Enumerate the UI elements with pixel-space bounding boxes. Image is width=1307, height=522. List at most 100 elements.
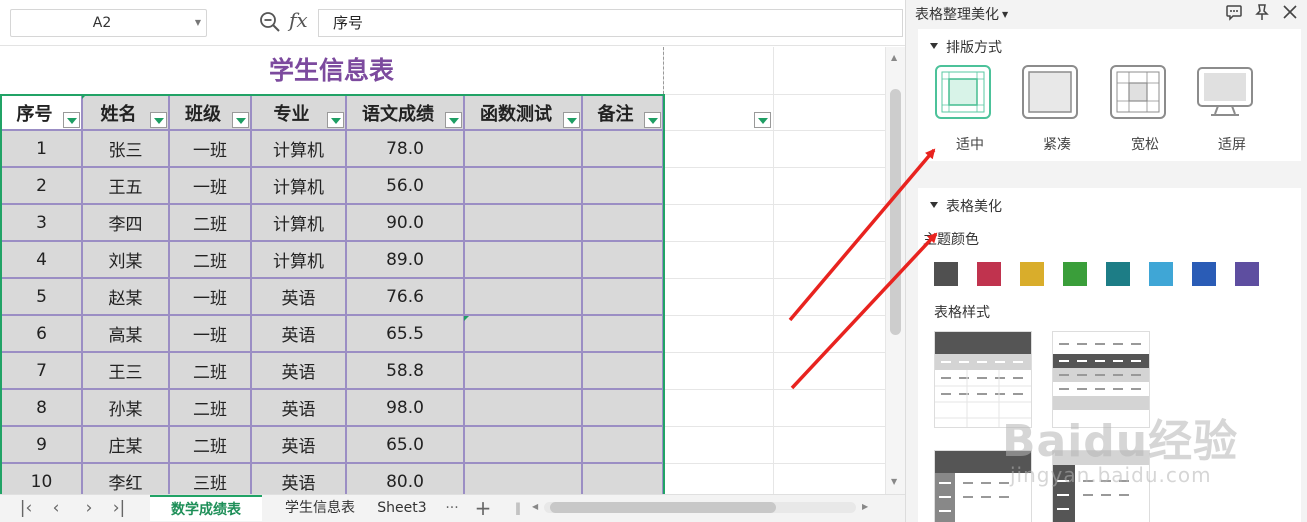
table-cell[interactable]: 一班: [169, 130, 251, 167]
table-cell[interactable]: [464, 204, 582, 241]
table-cell[interactable]: 二班: [169, 204, 251, 241]
layout-option-medium[interactable]: 适中: [934, 64, 1006, 154]
function-icon[interactable]: fx: [289, 8, 308, 32]
filter-dropdown-button[interactable]: [232, 112, 249, 128]
table-cell[interactable]: [582, 241, 663, 278]
scroll-down-icon[interactable]: ▼: [891, 477, 897, 486]
table-cell[interactable]: 张三: [82, 130, 169, 167]
column-header[interactable]: 姓名: [82, 95, 169, 130]
vertical-scrollbar[interactable]: ▲ ▼: [885, 47, 905, 494]
layout-option-loose[interactable]: 宽松: [1109, 64, 1181, 154]
theme-color-swatch[interactable]: [1020, 262, 1044, 286]
tab-数学成绩表[interactable]: 数学成绩表: [150, 495, 262, 521]
table-cell[interactable]: [464, 241, 582, 278]
table-cell[interactable]: 二班: [169, 241, 251, 278]
table-cell[interactable]: 78.0: [346, 130, 464, 167]
table-cell[interactable]: 庄某: [82, 426, 169, 463]
table-cell[interactable]: [464, 278, 582, 315]
next-sheet-icon[interactable]: ›: [78, 497, 100, 519]
table-cell[interactable]: 孙某: [82, 389, 169, 426]
first-sheet-icon[interactable]: |‹: [15, 497, 37, 519]
table-cell[interactable]: 李红: [82, 463, 169, 494]
table-cell[interactable]: [582, 278, 663, 315]
table-cell[interactable]: [464, 167, 582, 204]
scroll-left-icon[interactable]: ◀: [532, 502, 538, 511]
table-cell[interactable]: [582, 130, 663, 167]
column-header[interactable]: 专业: [251, 95, 346, 130]
prev-sheet-icon[interactable]: ‹: [45, 497, 67, 519]
column-header[interactable]: 备注: [582, 95, 663, 130]
table-cell[interactable]: 56.0: [346, 167, 464, 204]
theme-color-swatch[interactable]: [1149, 262, 1173, 286]
table-cell[interactable]: 英语: [251, 389, 346, 426]
layout-option-fit-screen[interactable]: 适屏: [1196, 64, 1268, 154]
beautify-section-title[interactable]: 表格美化: [930, 196, 1002, 216]
close-icon[interactable]: [1281, 3, 1299, 21]
tab-学生信息表[interactable]: 学生信息表: [270, 495, 370, 521]
table-cell[interactable]: 2: [1, 167, 82, 204]
table-cell[interactable]: 76.6: [346, 278, 464, 315]
table-cell[interactable]: [582, 167, 663, 204]
table-cell[interactable]: 三班: [169, 463, 251, 494]
sheet-title[interactable]: 学生信息表: [0, 47, 663, 94]
horizontal-scrollbar[interactable]: ◀ ▶: [530, 500, 870, 516]
table-cell[interactable]: [582, 352, 663, 389]
table-cell[interactable]: 赵某: [82, 278, 169, 315]
table-cell[interactable]: 英语: [251, 426, 346, 463]
table-cell[interactable]: 英语: [251, 278, 346, 315]
column-header[interactable]: 语文成绩: [346, 95, 464, 130]
table-cell[interactable]: 王五: [82, 167, 169, 204]
table-cell[interactable]: 4: [1, 241, 82, 278]
table-cell[interactable]: 1: [1, 130, 82, 167]
table-cell[interactable]: 58.8: [346, 352, 464, 389]
table-cell[interactable]: 90.0: [346, 204, 464, 241]
formula-input[interactable]: 序号: [318, 9, 903, 37]
table-cell[interactable]: 英语: [251, 352, 346, 389]
scroll-up-icon[interactable]: ▲: [891, 53, 897, 62]
chevron-down-icon[interactable]: ▼: [195, 10, 201, 36]
filter-dropdown-button[interactable]: [327, 112, 344, 128]
table-cell[interactable]: 计算机: [251, 167, 346, 204]
table-cell[interactable]: 8: [1, 389, 82, 426]
scrollbar-thumb[interactable]: [550, 502, 776, 513]
table-cell[interactable]: [464, 463, 582, 494]
theme-color-swatch[interactable]: [1063, 262, 1087, 286]
column-header[interactable]: 班级: [169, 95, 251, 130]
table-cell[interactable]: [464, 352, 582, 389]
chevron-down-icon[interactable]: ▼: [1002, 10, 1008, 19]
theme-color-swatch[interactable]: [1235, 262, 1259, 286]
last-sheet-icon[interactable]: ›|: [108, 497, 130, 519]
layout-section-title[interactable]: 排版方式: [930, 37, 1002, 57]
table-cell[interactable]: 6: [1, 315, 82, 352]
table-cell[interactable]: 98.0: [346, 389, 464, 426]
table-cell[interactable]: [582, 463, 663, 494]
table-cell[interactable]: 一班: [169, 167, 251, 204]
table-cell[interactable]: 李四: [82, 204, 169, 241]
table-cell[interactable]: 二班: [169, 352, 251, 389]
collapse-icon[interactable]: [930, 43, 938, 49]
add-sheet-icon[interactable]: +: [472, 497, 494, 519]
theme-color-swatch[interactable]: [977, 262, 1001, 286]
more-tabs-icon[interactable]: ···: [441, 497, 463, 519]
table-cell[interactable]: 二班: [169, 426, 251, 463]
pin-icon[interactable]: [1253, 3, 1271, 21]
table-cell[interactable]: 计算机: [251, 204, 346, 241]
filter-dropdown-button[interactable]: [754, 112, 771, 128]
table-cell[interactable]: 5: [1, 278, 82, 315]
tab-sheet3[interactable]: Sheet3: [372, 495, 432, 521]
collapse-icon[interactable]: [930, 202, 938, 208]
table-cell[interactable]: [464, 130, 582, 167]
filter-dropdown-button[interactable]: [445, 112, 462, 128]
filter-dropdown-button[interactable]: [63, 112, 80, 128]
panel-title[interactable]: 表格整理美化 ▼: [915, 4, 1008, 24]
table-cell[interactable]: 一班: [169, 315, 251, 352]
table-cell[interactable]: [464, 315, 582, 352]
table-cell[interactable]: 英语: [251, 463, 346, 494]
table-cell[interactable]: 80.0: [346, 463, 464, 494]
table-cell[interactable]: 计算机: [251, 130, 346, 167]
table-cell[interactable]: 刘某: [82, 241, 169, 278]
table-cell[interactable]: 高某: [82, 315, 169, 352]
layout-option-compact[interactable]: 紧凑: [1021, 64, 1093, 154]
filter-dropdown-button[interactable]: [563, 112, 580, 128]
theme-color-swatch[interactable]: [1192, 262, 1216, 286]
